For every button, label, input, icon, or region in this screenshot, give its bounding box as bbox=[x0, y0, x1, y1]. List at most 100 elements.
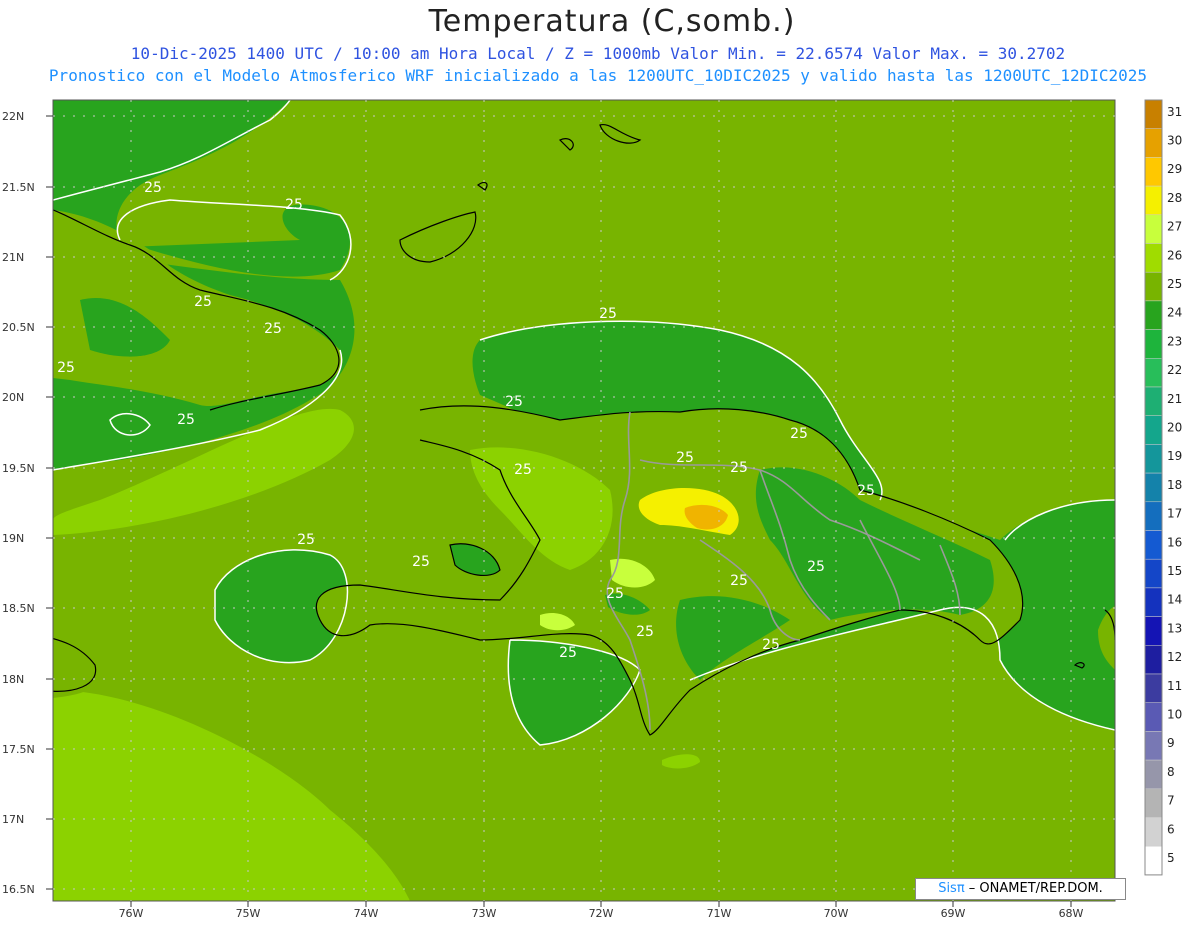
forecast-time-subtitle: 10-Dic-2025 1400 UTC / 10:00 am Hora Loc… bbox=[130, 44, 1066, 63]
legend-label: 29 bbox=[1167, 162, 1182, 176]
legend-label: 28 bbox=[1167, 191, 1182, 205]
legend-label: 20 bbox=[1167, 420, 1182, 434]
contour-label: 25 bbox=[807, 559, 825, 575]
legend-swatch bbox=[1144, 300, 1163, 330]
contour-label: 25 bbox=[194, 294, 212, 310]
lon-label: 72W bbox=[589, 907, 614, 920]
legend-swatch bbox=[1144, 645, 1163, 675]
legend-label: 17 bbox=[1167, 507, 1182, 521]
map-field bbox=[53, 100, 1115, 901]
contour-label: 25 bbox=[285, 197, 303, 213]
lat-label: 16.5N bbox=[2, 883, 35, 896]
contour-label: 25 bbox=[57, 360, 75, 376]
legend-label: 5 bbox=[1167, 851, 1175, 865]
color-legend: 31 30 29 28 27 26 25 24 23 22 21 20 19 18 17 16 15 14 13 12… bbox=[1144, 99, 1182, 876]
legend-label: 26 bbox=[1167, 248, 1182, 262]
sispi-logo: Sisπ bbox=[938, 881, 965, 896]
contour-label: 25 bbox=[857, 483, 875, 499]
credit-text: – ONAMET/REP.DOM. bbox=[964, 881, 1103, 896]
lat-label: 21N bbox=[2, 251, 24, 264]
contour-label: 25 bbox=[559, 645, 577, 661]
legend-label: 27 bbox=[1167, 220, 1182, 234]
lon-label: 75W bbox=[236, 907, 261, 920]
legend-label: 8 bbox=[1167, 765, 1175, 779]
legend-swatch bbox=[1144, 673, 1163, 703]
lat-label: 18N bbox=[2, 673, 24, 686]
legend-swatch bbox=[1144, 128, 1163, 158]
lat-label: 21.5N bbox=[2, 181, 35, 194]
legend-label: 30 bbox=[1167, 133, 1182, 147]
credit-box: Sisπ – ONAMET/REP.DOM. bbox=[915, 878, 1126, 900]
lon-label: 69W bbox=[941, 907, 966, 920]
lon-label: 76W bbox=[119, 907, 144, 920]
legend-label: 19 bbox=[1167, 449, 1182, 463]
legend-swatch bbox=[1144, 759, 1163, 790]
contour-label: 25 bbox=[790, 426, 808, 442]
legend-label: 14 bbox=[1167, 593, 1182, 607]
legend-label: 24 bbox=[1167, 306, 1182, 320]
contour-label: 25 bbox=[264, 321, 282, 337]
contour-label: 25 bbox=[676, 450, 694, 466]
lat-label: 20.5N bbox=[2, 321, 35, 334]
lon-label: 71W bbox=[707, 907, 732, 920]
legend-swatch bbox=[1144, 501, 1163, 531]
lat-label: 22N bbox=[2, 110, 24, 123]
legend-swatch bbox=[1144, 702, 1163, 732]
contour-label: 25 bbox=[144, 180, 162, 196]
legend-label: 12 bbox=[1167, 650, 1182, 664]
legend-swatch bbox=[1144, 472, 1163, 503]
legend-swatch bbox=[1144, 243, 1163, 273]
contour-label: 25 bbox=[297, 532, 315, 548]
lat-label: 19.5N bbox=[2, 462, 35, 475]
legend-label: 6 bbox=[1167, 822, 1175, 836]
legend-swatch bbox=[1144, 788, 1163, 818]
legend-swatch bbox=[1144, 99, 1163, 129]
lon-label: 73W bbox=[472, 907, 497, 920]
legend-swatch bbox=[1144, 157, 1163, 187]
legend-label: 16 bbox=[1167, 535, 1182, 549]
lat-label: 19N bbox=[2, 532, 24, 545]
legend-swatch bbox=[1144, 616, 1163, 646]
legend-label: 7 bbox=[1167, 794, 1175, 808]
legend-label: 10 bbox=[1167, 707, 1182, 721]
legend-swatch bbox=[1144, 530, 1163, 560]
lon-label: 74W bbox=[354, 907, 379, 920]
contour-label: 25 bbox=[514, 462, 532, 478]
latitude-axis: 22N 21.5N 21N 20.5N 20N 19.5N 19N 18.5N 18N 17.5N… bbox=[2, 110, 35, 896]
legend-swatch bbox=[1144, 558, 1163, 589]
legend-swatch bbox=[1144, 587, 1163, 617]
legend-swatch bbox=[1144, 444, 1163, 474]
legend-swatch bbox=[1144, 358, 1163, 388]
legend-label: 25 bbox=[1167, 277, 1182, 291]
longitude-axis: 76W 75W 74W 73W 72W 71W 70W 69W 68W bbox=[119, 907, 1084, 920]
legend-swatch bbox=[1144, 731, 1163, 761]
model-info-subtitle: Pronostico con el Modelo Atmosferico WRF… bbox=[48, 66, 1148, 85]
lon-label: 70W bbox=[824, 907, 849, 920]
contour-label: 25 bbox=[412, 554, 430, 570]
legend-label: 15 bbox=[1167, 564, 1182, 578]
legend-label: 11 bbox=[1167, 679, 1182, 693]
legend-swatch bbox=[1144, 415, 1163, 445]
map-title: Temperatura (C,somb.) bbox=[428, 4, 796, 39]
legend-swatch bbox=[1144, 329, 1163, 359]
legend-swatch bbox=[1144, 845, 1163, 876]
lat-label: 17N bbox=[2, 813, 24, 826]
legend-swatch bbox=[1144, 386, 1163, 416]
contour-label: 25 bbox=[762, 637, 780, 653]
lon-label: 68W bbox=[1059, 907, 1084, 920]
legend-swatch bbox=[1144, 214, 1163, 244]
legend-label: 22 bbox=[1167, 363, 1182, 377]
contour-label: 25 bbox=[606, 586, 624, 602]
legend-label: 9 bbox=[1167, 736, 1175, 750]
contour-label: 25 bbox=[730, 573, 748, 589]
lat-label: 18.5N bbox=[2, 602, 35, 615]
legend-label: 21 bbox=[1167, 392, 1182, 406]
contour-label: 25 bbox=[636, 624, 654, 640]
legend-swatch bbox=[1144, 185, 1163, 216]
contour-label: 25 bbox=[177, 412, 195, 428]
lat-label: 17.5N bbox=[2, 743, 35, 756]
legend-label: 31 bbox=[1167, 105, 1182, 119]
contour-label: 25 bbox=[730, 460, 748, 476]
legend-label: 18 bbox=[1167, 478, 1182, 492]
legend-label: 23 bbox=[1167, 334, 1182, 348]
